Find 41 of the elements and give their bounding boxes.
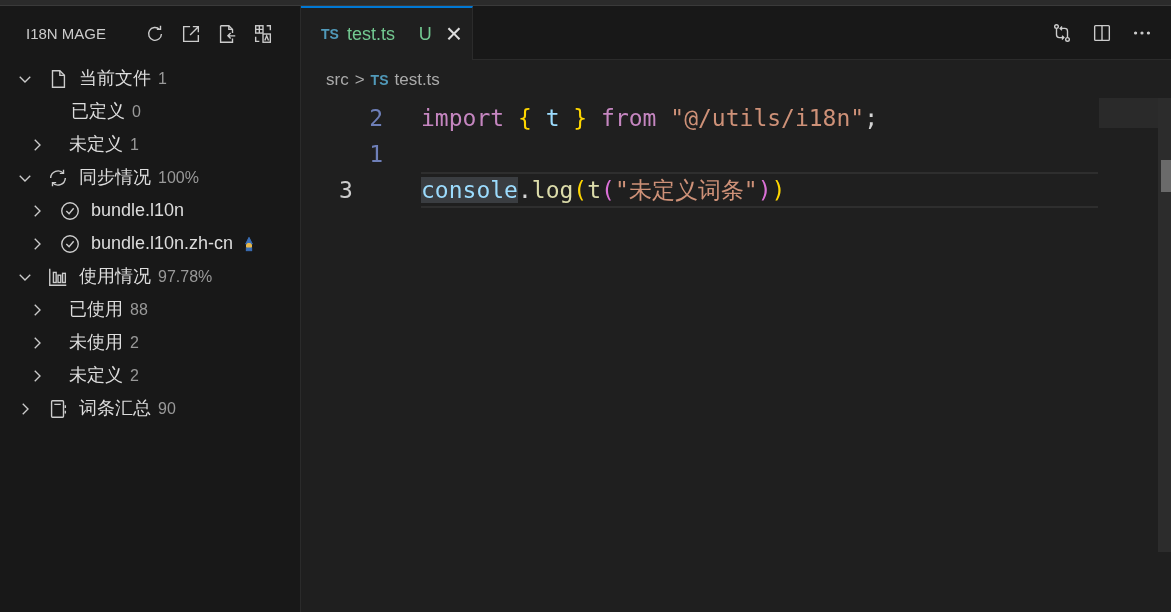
line-number: 3 xyxy=(338,175,354,205)
panel-title: I18N MAGE xyxy=(26,23,107,44)
tree-item[interactable]: bundle.l10n xyxy=(0,194,300,227)
breadcrumb-item[interactable]: test.ts xyxy=(394,67,440,93)
line-number: 1 xyxy=(368,139,383,169)
typescript-icon: TS xyxy=(370,69,389,91)
check-circle-icon xyxy=(59,199,81,222)
breadcrumb-item[interactable]: src xyxy=(326,67,349,93)
scrollbar[interactable] xyxy=(1158,98,1171,552)
count-label: 88 xyxy=(130,299,148,320)
close-button[interactable]: × xyxy=(445,20,462,48)
tree-item[interactable]: 当前文件 1 xyxy=(0,62,300,95)
check-circle-icon xyxy=(59,232,81,255)
typescript-icon: TS xyxy=(321,23,339,45)
tree-item[interactable]: 未定义 1 xyxy=(0,128,300,161)
tree-item[interactable]: 词条汇总 90 xyxy=(0,392,300,425)
tree-item[interactable]: 未使用 2 xyxy=(0,326,300,359)
tree-item[interactable]: bundle.l10n.zh-cn xyxy=(0,227,300,260)
code-line: import { t } from "@/utils/i18n"; xyxy=(421,103,879,133)
count-label: 2 xyxy=(130,365,139,386)
tree-item[interactable]: 同步情况 100% xyxy=(0,161,300,194)
code-line: console.log(t("未定义词条")) xyxy=(421,175,786,205)
count-label: 0 xyxy=(132,101,141,122)
editor-tab[interactable]: TS test.ts U × xyxy=(301,6,473,60)
tree-item[interactable]: 已使用 88 xyxy=(0,293,300,326)
compare-changes-icon[interactable] xyxy=(1051,21,1073,44)
count-label: 90 xyxy=(158,398,176,419)
scrollbar-thumb[interactable] xyxy=(1161,160,1171,192)
count-label: 2 xyxy=(130,332,139,353)
tree-item[interactable]: 使用情况 97.78% xyxy=(0,260,300,293)
breadcrumb-separator: > xyxy=(354,69,365,92)
line-number: 2 xyxy=(368,103,383,133)
status-label: U xyxy=(418,22,432,46)
count-label: 1 xyxy=(158,68,167,89)
tree-item[interactable]: 已定义 0 xyxy=(0,95,300,128)
open-external-icon[interactable] xyxy=(180,23,202,45)
count-label: 97.78% xyxy=(158,266,213,287)
translate-icon[interactable] xyxy=(252,23,274,45)
tree-item[interactable]: 未定义 2 xyxy=(0,359,300,392)
count-label: 1 xyxy=(130,134,139,155)
count-label: 100% xyxy=(158,167,199,188)
